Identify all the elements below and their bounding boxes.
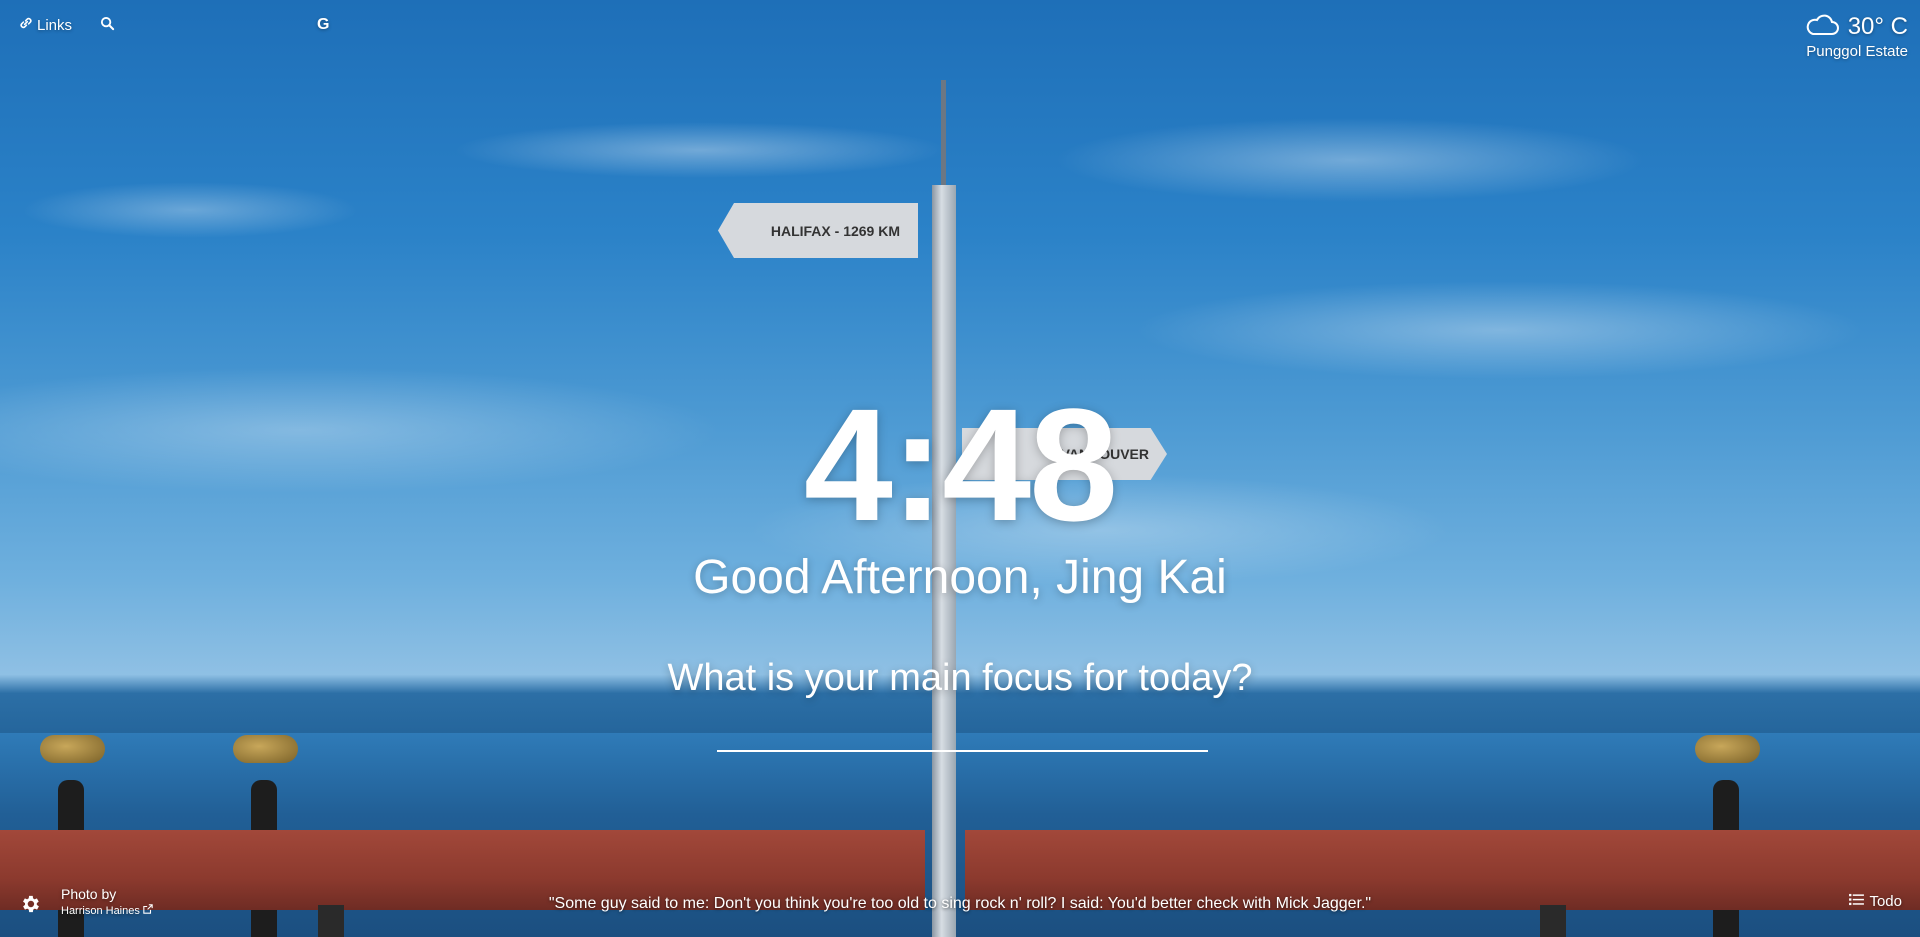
focus-question: What is your main focus for today? (667, 657, 1253, 699)
google-search-button[interactable]: G (317, 16, 329, 34)
weather-temperature: 30° C (1847, 12, 1908, 40)
links-label: Links (37, 16, 73, 34)
halifax-sign: HALIFAX - 1269 KM (718, 203, 918, 258)
sky-clouds (0, 0, 1920, 730)
weather-widget[interactable]: 30° C Punggol Estate (1804, 12, 1908, 61)
focus-input[interactable] (717, 712, 1208, 752)
link-icon (19, 16, 33, 34)
clock-time: 4:48 (803, 375, 1118, 554)
daily-quote: "Some guy said to me: Don't you think yo… (548, 895, 1372, 912)
search-icon (100, 16, 115, 35)
cloud-icon (1804, 12, 1840, 41)
weather-location: Punggol Estate (1806, 43, 1908, 60)
google-icon: G (317, 16, 330, 33)
background-photo: HALIFAX - 1269 KM VANCOUVER Links G 30° … (0, 0, 1920, 937)
todo-button[interactable]: Todo (1849, 893, 1902, 910)
search-button[interactable] (100, 16, 115, 35)
greeting-text: Good Afternoon, Jing Kai (693, 551, 1227, 604)
todo-label: Todo (1869, 893, 1902, 910)
signpost-antenna (941, 80, 946, 190)
links-button[interactable]: Links (19, 16, 72, 34)
list-icon (1849, 893, 1865, 910)
